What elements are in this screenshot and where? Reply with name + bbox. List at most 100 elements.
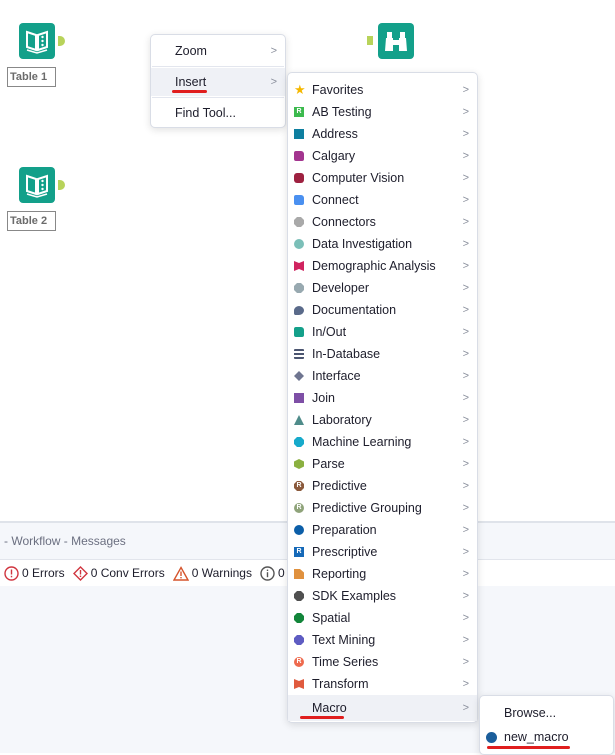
input-anchor[interactable] [367, 36, 373, 45]
menu-item-connect[interactable]: Connect > [288, 189, 477, 211]
warnings-filter[interactable]: 0 Warnings [172, 565, 252, 581]
menu-item-text-mining[interactable]: Text Mining > [288, 629, 477, 651]
menu-item-find-tool[interactable]: Find Tool... [151, 102, 285, 124]
menu-item-join[interactable]: Join > [288, 387, 477, 409]
menu-item-demographic-analysis[interactable]: Demographic Analysis > [288, 255, 477, 277]
conv-error-icon [72, 565, 88, 581]
folder-icon [294, 151, 304, 161]
menu-item-data-investigation[interactable]: Data Investigation > [288, 233, 477, 255]
menu-item-label: Browse... [504, 706, 557, 720]
diamond-icon [294, 371, 304, 381]
menu-item-laboratory[interactable]: Laboratory > [288, 409, 477, 431]
r-octagon-icon: R [294, 481, 304, 491]
chevron-right-icon: > [462, 194, 469, 206]
chevron-right-icon: > [462, 84, 469, 96]
menu-item-sdk-examples[interactable]: SDK Examples > [288, 585, 477, 607]
bow-icon [294, 261, 304, 271]
menu-item-label: Data Investigation [312, 237, 413, 251]
octagon-icon [294, 217, 304, 227]
info-filter[interactable]: 0 [260, 565, 285, 581]
chevron-right-icon: > [270, 76, 277, 88]
menu-item-in-out[interactable]: In/Out > [288, 321, 477, 343]
menu-item-label: Favorites [312, 83, 364, 97]
chevron-right-icon: > [462, 260, 469, 272]
chevron-right-icon: > [462, 326, 469, 338]
menu-item-computer-vision[interactable]: Computer Vision > [288, 167, 477, 189]
error-icon [4, 565, 19, 581]
menu-item-zoom[interactable]: Zoom > [151, 40, 285, 62]
insert-submenu: ★ Favorites > R AB Testing > Address > Calgary > C… [287, 72, 478, 723]
canvas-context-menu: Zoom > Insert > Find Tool... [150, 34, 286, 128]
menu-item-spatial[interactable]: Spatial > [288, 607, 477, 629]
menu-item-time-series[interactable]: R Time Series > [288, 651, 477, 673]
octagon-icon [294, 613, 304, 623]
menu-item-label: In/Out [312, 325, 347, 339]
menu-item-reporting[interactable]: Reporting > [288, 563, 477, 585]
menu-item-label: Machine Learning [312, 435, 412, 449]
chevron-right-icon: > [462, 348, 469, 360]
browse-tool[interactable] [378, 23, 414, 59]
menu-item-interface[interactable]: Interface > [288, 365, 477, 387]
stack-icon [294, 349, 304, 359]
menu-item-transform[interactable]: Transform > [288, 673, 477, 695]
info-icon [260, 565, 275, 581]
r-square-icon: R [294, 547, 304, 557]
menu-item-predictive[interactable]: R Predictive > [288, 475, 477, 497]
menu-item-label: In-Database [312, 347, 381, 361]
menu-item-label: Predictive Grouping [312, 501, 422, 515]
output-anchor[interactable] [58, 36, 65, 46]
chevron-right-icon: > [462, 128, 469, 140]
bubble-icon [294, 305, 304, 315]
menu-item-ab-testing[interactable]: R AB Testing > [288, 101, 477, 123]
circle-icon [294, 525, 304, 535]
menu-item-label: Connect [312, 193, 359, 207]
menu-item-label: Demographic Analysis [312, 259, 436, 273]
chevron-right-icon: > [462, 370, 469, 382]
chevron-right-icon: > [462, 106, 469, 118]
menu-item-developer[interactable]: Developer > [288, 277, 477, 299]
chevron-right-icon: > [270, 45, 277, 57]
chevron-right-icon: > [462, 656, 469, 668]
menu-item-label: new_macro [504, 730, 569, 744]
chevron-right-icon: > [462, 150, 469, 162]
macro-icon [486, 731, 497, 743]
menu-item-documentation[interactable]: Documentation > [288, 299, 477, 321]
menu-item-predictive-grouping[interactable]: R Predictive Grouping > [288, 497, 477, 519]
octagon-icon [294, 437, 304, 447]
menu-item-label: Insert [175, 75, 207, 89]
menu-item-new-macro[interactable]: new_macro [480, 726, 613, 748]
menu-item-browse[interactable]: Browse... [480, 702, 613, 724]
annotation-underline [300, 716, 344, 719]
input-tool-2[interactable] [19, 167, 55, 203]
menu-item-label: Calgary [312, 149, 356, 163]
menu-item-label: Interface [312, 369, 361, 383]
annotation-underline [487, 746, 570, 749]
chevron-right-icon: > [462, 546, 469, 558]
menu-item-prescriptive[interactable]: R Prescriptive > [288, 541, 477, 563]
chevron-right-icon: > [462, 282, 469, 294]
tool-label: Table 1 [7, 67, 56, 87]
input-tool-1[interactable] [19, 23, 55, 59]
menu-item-calgary[interactable]: Calgary > [288, 145, 477, 167]
menu-item-label: Laboratory [312, 413, 372, 427]
errors-filter[interactable]: 0 Errors [4, 565, 65, 581]
menu-item-label: Time Series [312, 655, 379, 669]
menu-item-in-database[interactable]: In-Database > [288, 343, 477, 365]
chevron-right-icon: > [462, 568, 469, 580]
circle-icon [294, 239, 304, 249]
output-anchor[interactable] [58, 180, 65, 190]
tool-label: Table 2 [7, 211, 56, 231]
chevron-right-icon: > [462, 392, 469, 404]
chevron-right-icon: > [462, 172, 469, 184]
menu-item-label: Address [312, 127, 358, 141]
menu-item-machine-learning[interactable]: Machine Learning > [288, 431, 477, 453]
macro-submenu: Browse... new_macro [479, 695, 614, 755]
conv-errors-filter[interactable]: 0 Conv Errors [72, 565, 165, 581]
menu-item-favorites[interactable]: ★ Favorites > [288, 79, 477, 101]
menu-item-address[interactable]: Address > [288, 123, 477, 145]
menu-item-label: Connectors [312, 215, 376, 229]
menu-item-parse[interactable]: Parse > [288, 453, 477, 475]
menu-item-connectors[interactable]: Connectors > [288, 211, 477, 233]
folder-icon [294, 327, 304, 337]
menu-item-preparation[interactable]: Preparation > [288, 519, 477, 541]
